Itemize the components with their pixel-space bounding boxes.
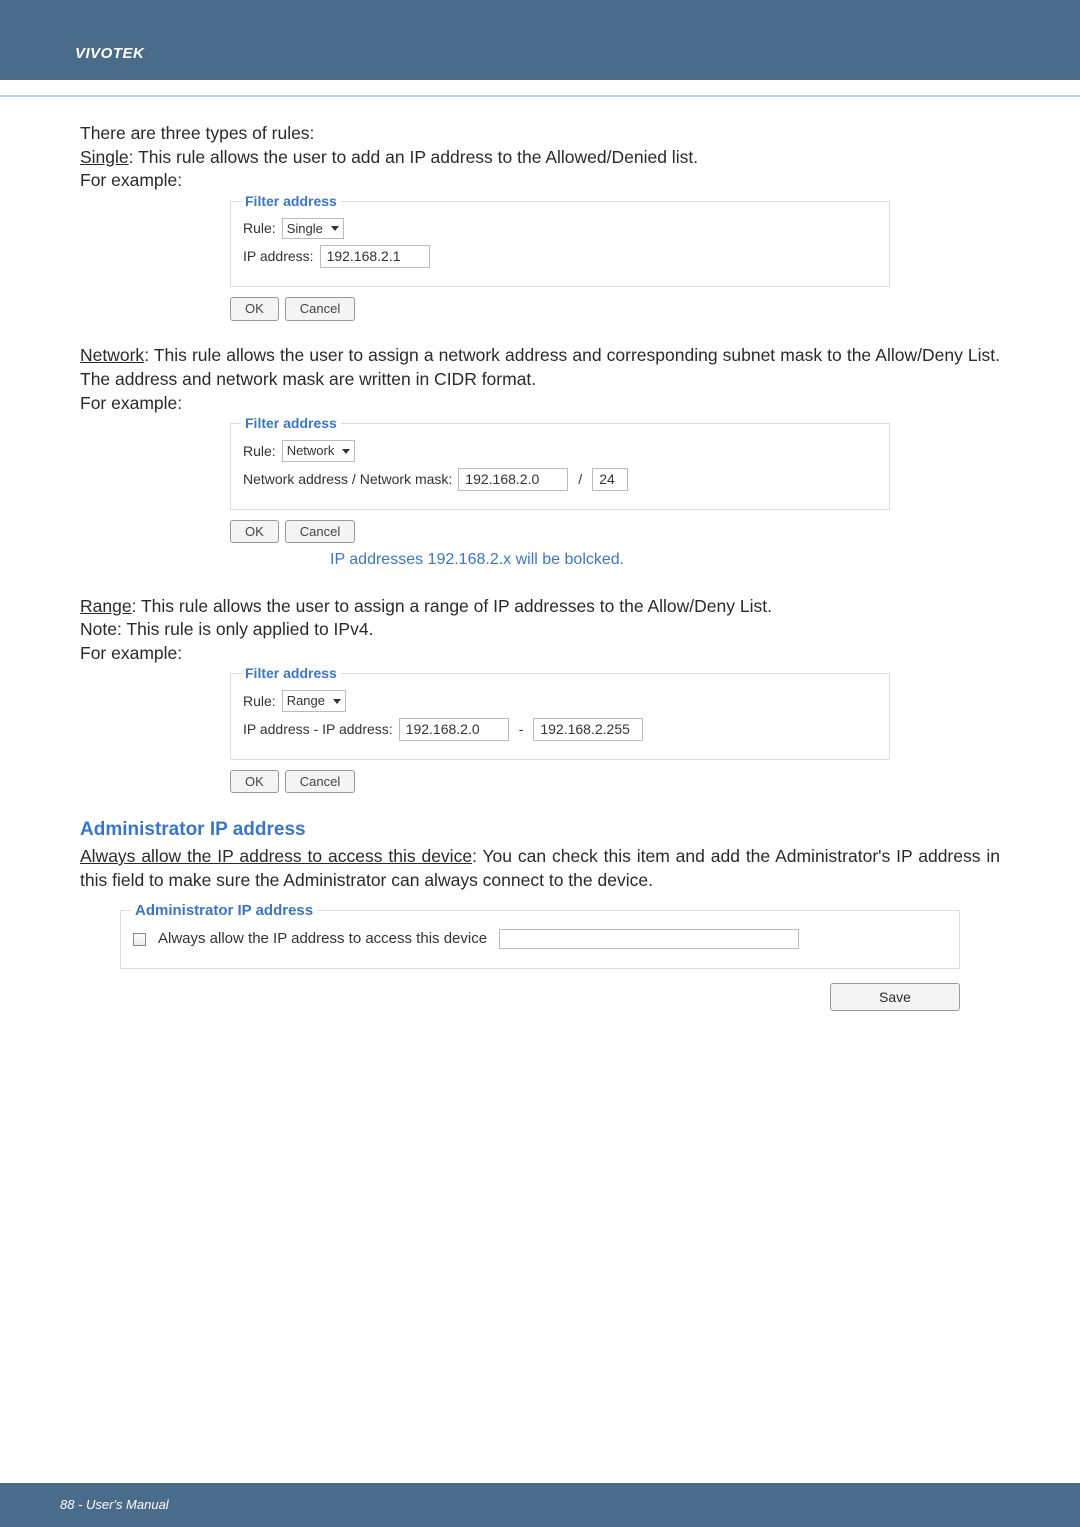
- network-address-input[interactable]: 192.168.2.0: [458, 468, 568, 491]
- rule-label: Rule:: [243, 442, 276, 461]
- range-addr-label: IP address - IP address:: [243, 720, 393, 739]
- single-rule-line: Single: This rule allows the user to add…: [80, 146, 1000, 170]
- rule-select-single[interactable]: Single: [282, 218, 344, 240]
- admin-ip-input[interactable]: [499, 929, 799, 949]
- cancel-button[interactable]: Cancel: [285, 297, 355, 321]
- chevron-down-icon: [331, 226, 339, 231]
- page-footer: 88 - User's Manual: [0, 1483, 1080, 1527]
- rule-select-network[interactable]: Network: [282, 440, 356, 462]
- rule-select-value: Range: [287, 692, 325, 710]
- rule-select-value: Single: [287, 220, 323, 238]
- cidr-slash: /: [578, 470, 582, 489]
- cancel-button[interactable]: Cancel: [285, 770, 355, 794]
- rule-select-value: Network: [287, 442, 335, 460]
- admin-section-title: Administrator IP address: [80, 817, 1000, 843]
- network-callout: IP addresses 192.168.2.x will be bolcked…: [330, 549, 1000, 571]
- range-desc: : This rule allows the user to assign a …: [132, 596, 772, 616]
- range-rule-line: Range: This rule allows the user to assi…: [80, 595, 1000, 619]
- always-allow-checkbox[interactable]: [133, 933, 146, 946]
- ip-range-to-input[interactable]: 192.168.2.255: [533, 718, 643, 741]
- ip-label: IP address:: [243, 247, 314, 266]
- for-example-2: For example:: [80, 392, 1000, 416]
- range-dash: -: [519, 720, 524, 739]
- admin-para: Always allow the IP address to access th…: [80, 845, 1000, 892]
- chevron-down-icon: [342, 449, 350, 454]
- network-desc: : This rule allows the user to assign a …: [80, 345, 1000, 389]
- single-desc: : This rule allows the user to add an IP…: [129, 147, 698, 167]
- filter-address-single-box: Filter address Rule: Single IP address: …: [230, 201, 890, 287]
- ok-button[interactable]: OK: [230, 297, 279, 321]
- range-note: Note: This rule is only applied to IPv4.: [80, 618, 1000, 642]
- admin-always-label: Always allow the IP address to access th…: [80, 846, 472, 866]
- fieldset-title: Filter address: [241, 192, 341, 211]
- for-example-3: For example:: [80, 642, 1000, 666]
- admin-ip-box: Administrator IP address Always allow th…: [120, 910, 960, 968]
- rule-label: Rule:: [243, 219, 276, 238]
- network-addr-label: Network address / Network mask:: [243, 470, 452, 489]
- for-example-1: For example:: [80, 169, 1000, 193]
- single-label: Single: [80, 147, 129, 167]
- fieldset-title: Administrator IP address: [131, 901, 317, 921]
- cancel-button[interactable]: Cancel: [285, 520, 355, 544]
- ip-range-from-input[interactable]: 192.168.2.0: [399, 718, 509, 741]
- ok-button[interactable]: OK: [230, 770, 279, 794]
- network-mask-input[interactable]: 24: [592, 468, 628, 491]
- filter-address-range-box: Filter address Rule: Range IP address - …: [230, 673, 890, 759]
- fieldset-title: Filter address: [241, 664, 341, 683]
- filter-address-network-box: Filter address Rule: Network Network add…: [230, 423, 890, 509]
- brand-logo: VIVOTEK: [75, 45, 144, 62]
- network-label: Network: [80, 345, 144, 365]
- fieldset-title: Filter address: [241, 414, 341, 433]
- ip-input-single[interactable]: 192.168.2.1: [320, 245, 430, 268]
- checkbox-label: Always allow the IP address to access th…: [158, 929, 487, 949]
- network-rule-para: Network: This rule allows the user to as…: [80, 344, 1000, 391]
- chevron-down-icon: [333, 699, 341, 704]
- footer-text: 88 - User's Manual: [60, 1497, 169, 1512]
- range-label: Range: [80, 596, 132, 616]
- rule-label: Rule:: [243, 692, 276, 711]
- rule-select-range[interactable]: Range: [282, 690, 346, 712]
- ok-button[interactable]: OK: [230, 520, 279, 544]
- intro-line: There are three types of rules:: [80, 122, 1000, 146]
- save-button[interactable]: Save: [830, 983, 960, 1012]
